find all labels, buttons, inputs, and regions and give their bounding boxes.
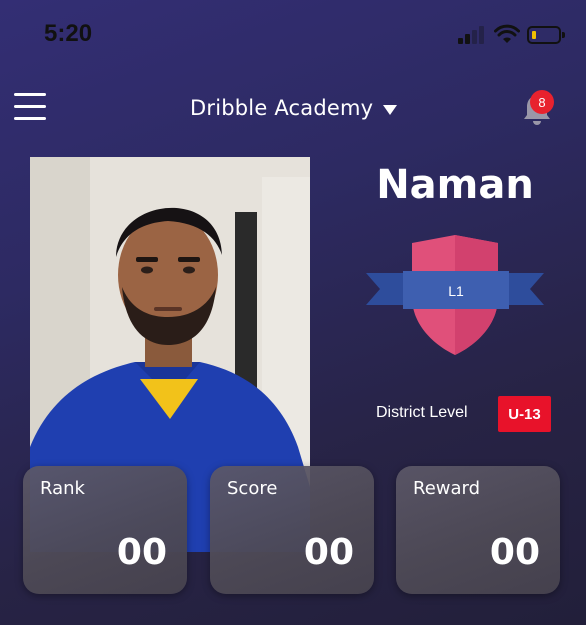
level-label: L1 bbox=[448, 283, 464, 299]
academy-name: Dribble Academy bbox=[190, 96, 374, 120]
wifi-icon bbox=[494, 24, 520, 43]
status-bar: 5:20 bbox=[0, 0, 586, 72]
score-card[interactable]: Score 00 bbox=[210, 466, 374, 594]
score-label: Score bbox=[227, 478, 278, 499]
score-value: 00 bbox=[303, 532, 354, 573]
rank-label: Rank bbox=[40, 478, 85, 499]
cell-signal-icon bbox=[458, 26, 488, 44]
district-level-label: District Level bbox=[376, 404, 468, 421]
player-name: Naman bbox=[376, 162, 534, 208]
hamburger-menu-icon[interactable] bbox=[14, 93, 48, 121]
notification-badge: 8 bbox=[530, 90, 554, 114]
academy-selector[interactable]: Dribble Academy bbox=[190, 93, 398, 123]
rank-value: 00 bbox=[116, 532, 167, 573]
reward-card[interactable]: Reward 00 bbox=[396, 466, 560, 594]
rank-card[interactable]: Rank 00 bbox=[23, 466, 187, 594]
reward-label: Reward bbox=[413, 478, 481, 499]
status-time: 5:20 bbox=[44, 20, 93, 47]
battery-icon bbox=[527, 26, 565, 44]
reward-value: 00 bbox=[489, 532, 540, 573]
caret-down-icon bbox=[383, 104, 398, 115]
age-group-badge: U-13 bbox=[498, 396, 551, 432]
